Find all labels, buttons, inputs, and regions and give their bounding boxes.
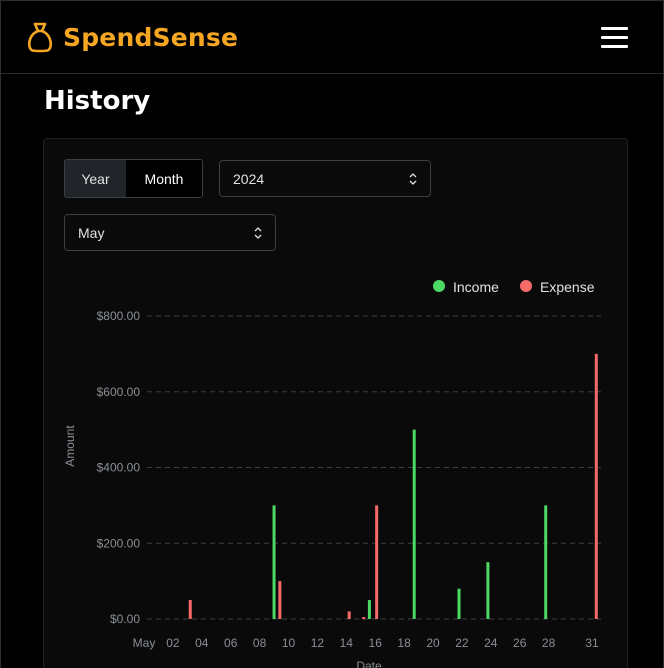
- x-tick-label: May: [133, 636, 156, 650]
- y-tick-label: $600.00: [97, 385, 141, 399]
- x-tick-label: 08: [253, 636, 267, 650]
- x-tick-label: 14: [340, 636, 354, 650]
- income-bar: [367, 600, 371, 619]
- history-chart: $0.00 $200.00 $400.00 $600.00 $800.00 May 02 04…: [63, 279, 601, 668]
- x-tick-label: 02: [166, 636, 180, 650]
- income-bar: [486, 562, 490, 619]
- income-bar: [272, 505, 276, 619]
- x-tick-label: 06: [224, 636, 238, 650]
- expense-bar: [188, 600, 192, 619]
- x-tick-label: 22: [455, 636, 469, 650]
- legend-label: Expense: [540, 279, 595, 295]
- legend-swatch: [433, 280, 445, 292]
- x-axis-label: Date: [356, 659, 382, 668]
- expense-bar: [278, 581, 282, 619]
- expense-bar: [375, 505, 379, 619]
- y-tick-label: $0.00: [110, 612, 140, 626]
- x-tick-label: 28: [542, 636, 556, 650]
- y-tick-label: $200.00: [97, 536, 141, 550]
- x-tick-label: 20: [426, 636, 440, 650]
- x-tick-label: 04: [195, 636, 209, 650]
- x-tick-label: 18: [397, 636, 411, 650]
- x-tick-label: 26: [513, 636, 527, 650]
- x-tick-label: 12: [311, 636, 325, 650]
- y-axis-label: Amount: [63, 425, 77, 467]
- x-tick-label: 31: [585, 636, 599, 650]
- x-tick-label: 24: [484, 636, 498, 650]
- expense-bar: [362, 617, 366, 619]
- income-bar: [544, 505, 548, 619]
- x-tick-label: 16: [369, 636, 383, 650]
- income-bar: [457, 588, 461, 619]
- legend-swatch: [520, 280, 532, 292]
- legend-label: Income: [453, 279, 499, 295]
- y-tick-label: $400.00: [97, 461, 141, 475]
- expense-bar: [347, 611, 351, 619]
- expense-bar: [594, 353, 598, 619]
- x-tick-label: 10: [282, 636, 296, 650]
- income-bar: [412, 429, 416, 619]
- y-tick-label: $800.00: [97, 309, 141, 323]
